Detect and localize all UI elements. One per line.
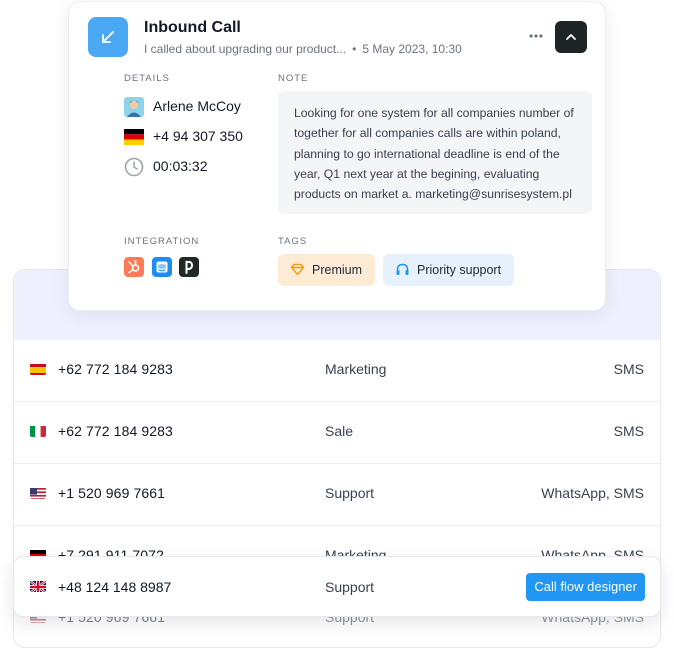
germany-flag-icon bbox=[124, 127, 144, 147]
integration-label: INTEGRATION bbox=[124, 236, 200, 247]
call-details-card: Inbound Call I called about upgrading ou… bbox=[68, 1, 606, 311]
note-box: Looking for one system for all companies… bbox=[278, 91, 592, 214]
row-department: Marketing bbox=[325, 361, 387, 377]
call-title: Inbound Call bbox=[144, 19, 241, 36]
row-department: Support bbox=[325, 485, 375, 501]
row-phone: +1 520 969 7661 bbox=[58, 485, 165, 501]
row-department: Sale bbox=[325, 423, 354, 439]
italy-flag-icon bbox=[30, 425, 46, 437]
table-row[interactable]: +62 772 184 9283 Sale SMS bbox=[14, 402, 660, 464]
row-phone: +62 772 184 9283 bbox=[58, 361, 173, 377]
tag-premium[interactable]: Premium bbox=[278, 254, 375, 286]
hubspot-icon[interactable] bbox=[124, 257, 144, 277]
table-row[interactable]: +1 520 969 7661 Support WhatsApp, SMS bbox=[14, 464, 660, 526]
table-row[interactable]: +62 772 184 9283 Marketing SMS bbox=[14, 340, 660, 402]
row-phone: +62 772 184 9283 bbox=[58, 423, 173, 439]
call-flow-designer-button[interactable]: Call flow designer bbox=[526, 573, 645, 601]
diamond-icon bbox=[290, 263, 305, 276]
spain-flag-icon bbox=[30, 363, 46, 375]
intercom-icon[interactable] bbox=[152, 257, 172, 277]
row-channel: WhatsApp, SMS bbox=[541, 485, 644, 501]
row-channel: SMS bbox=[613, 361, 644, 377]
row-department: Support bbox=[325, 579, 375, 595]
more-options-icon[interactable] bbox=[526, 26, 546, 46]
details-label: DETAILS bbox=[124, 73, 170, 84]
uk-flag-icon bbox=[30, 580, 46, 592]
usa-flag-icon bbox=[30, 487, 46, 499]
contact-name: Arlene McCoy bbox=[153, 98, 241, 114]
note-label: NOTE bbox=[278, 73, 309, 84]
pipedrive-icon[interactable] bbox=[179, 257, 199, 277]
row-channel: SMS bbox=[613, 423, 644, 439]
call-subtitle: I called about upgrading our product... •… bbox=[144, 42, 462, 56]
separator-dot: • bbox=[352, 42, 357, 56]
tags-label: TAGS bbox=[278, 236, 308, 247]
headset-icon bbox=[396, 263, 409, 275]
chevron-up-icon bbox=[566, 34, 576, 40]
row-phone: +48 124 148 8987 bbox=[58, 579, 172, 595]
inbound-call-icon bbox=[88, 17, 128, 57]
tag-label: Priority support bbox=[417, 263, 502, 277]
avatar bbox=[124, 97, 144, 117]
collapse-button[interactable] bbox=[555, 21, 587, 53]
highlighted-table-row[interactable]: +48 124 148 8987 Support Call flow desig… bbox=[13, 556, 661, 617]
call-summary: I called about upgrading our product... bbox=[144, 42, 347, 56]
tag-priority-support[interactable]: Priority support bbox=[383, 254, 514, 286]
note-text: Looking for one system for all companies… bbox=[294, 106, 574, 202]
clock-icon bbox=[124, 157, 144, 177]
tag-label: Premium bbox=[312, 263, 363, 277]
call-duration: 00:03:32 bbox=[153, 158, 208, 174]
contact-phone: +4 94 307 350 bbox=[153, 128, 243, 144]
call-datetime: 5 May 2023, 10:30 bbox=[362, 42, 462, 56]
